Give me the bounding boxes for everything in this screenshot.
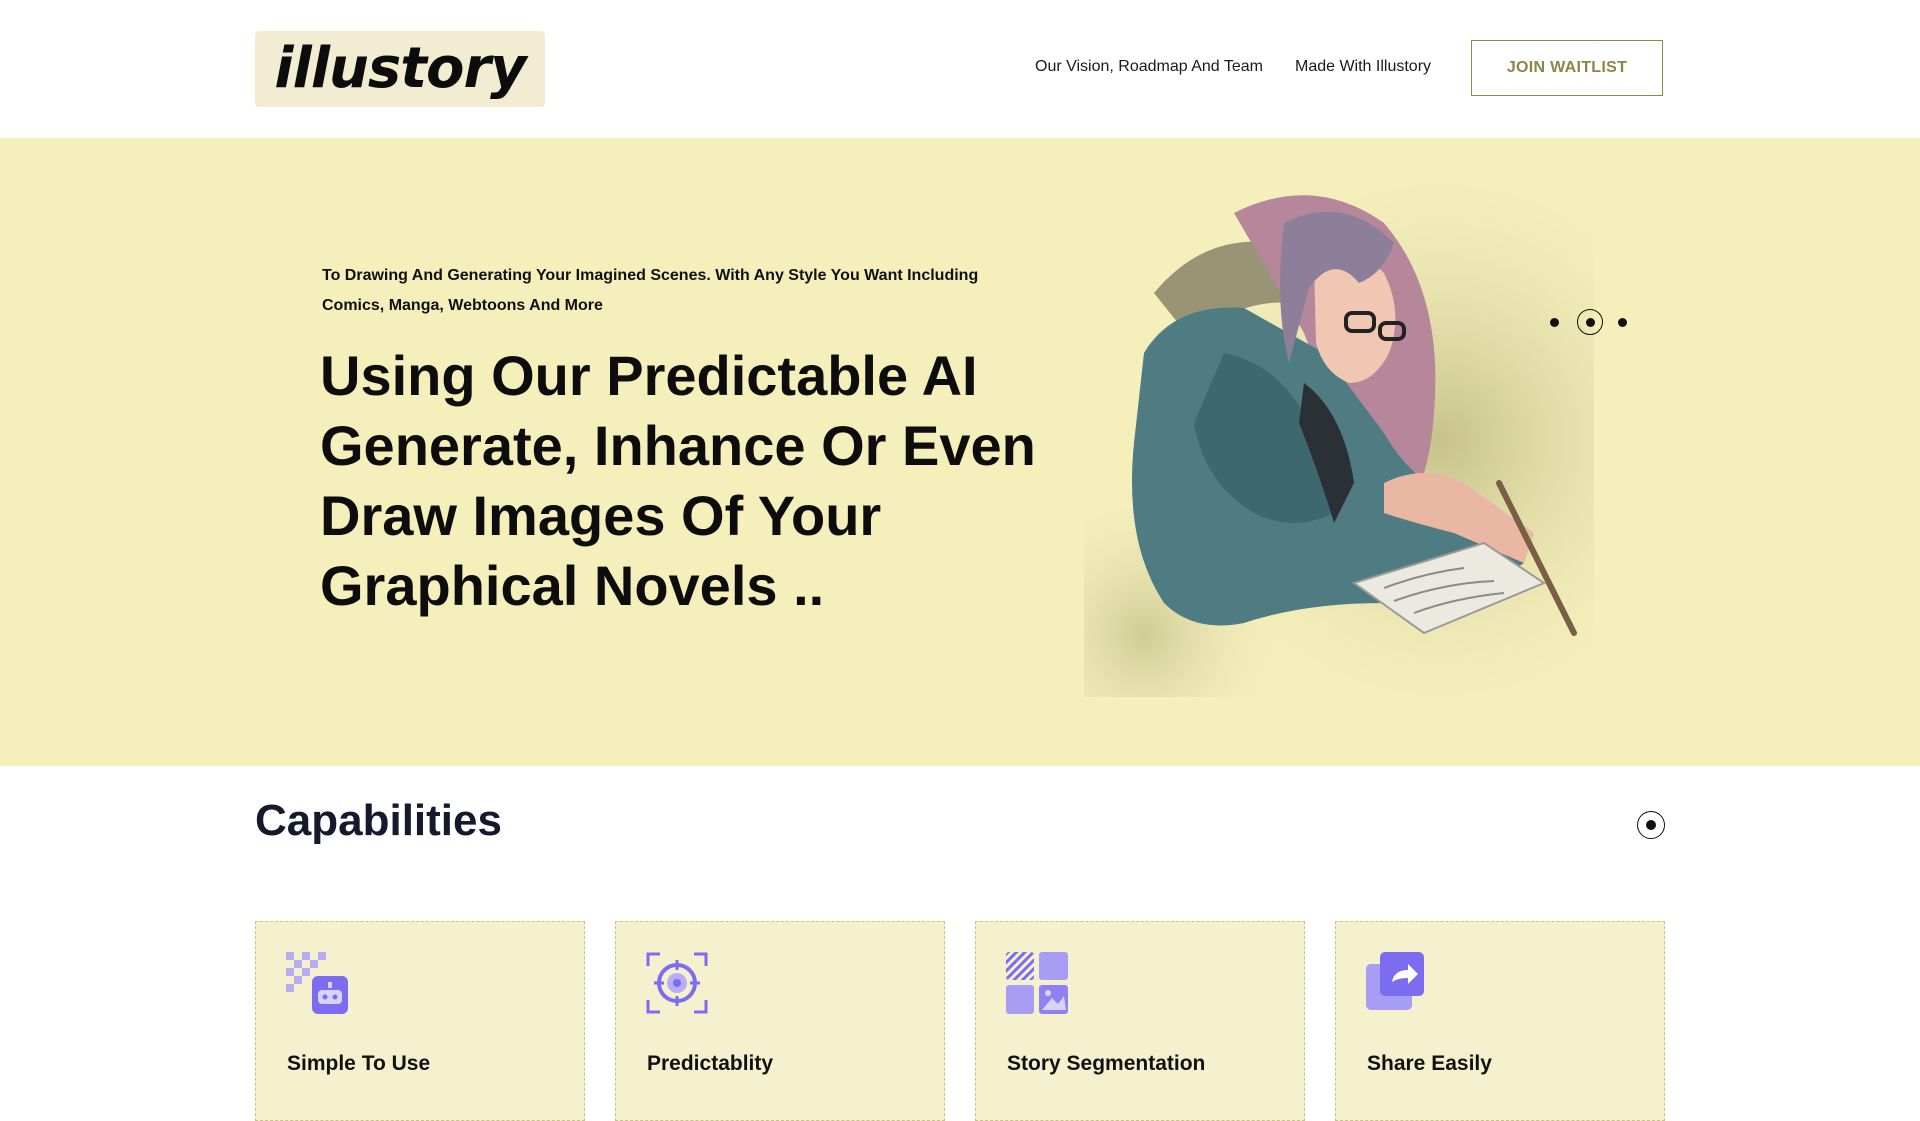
hero-kicker: To Drawing And Generating Your Imagined … (322, 267, 979, 314)
nav-link-vision[interactable]: Our Vision, Roadmap And Team (1035, 58, 1263, 76)
robot-grid-icon (286, 952, 348, 1014)
carousel-dot-1[interactable] (1550, 318, 1559, 327)
card-label: Predictablity (647, 1052, 774, 1075)
carousel-dot-3[interactable] (1618, 318, 1627, 327)
card-label: Story Segmentation (1007, 1052, 1206, 1075)
hero-carousel-dots (1550, 308, 1640, 338)
hero-section: To Drawing And Generating Your Imagined … (0, 138, 1920, 766)
card-label: Share Easily (1367, 1052, 1492, 1075)
capability-card-share[interactable]: Share Easily (1335, 921, 1665, 1121)
main-nav: Our Vision, Roadmap And Team Made With I… (1035, 58, 1431, 76)
capabilities-carousel-dot[interactable] (1637, 811, 1665, 839)
logo-text: illustory (274, 36, 526, 101)
hero-illustration (1084, 183, 1594, 697)
target-icon (646, 952, 708, 1014)
carousel-dot-2-active[interactable] (1577, 309, 1603, 335)
site-header: illustory Our Vision, Roadmap And Team M… (0, 0, 1920, 138)
capability-card-segmentation[interactable]: Story Segmentation (975, 921, 1305, 1121)
segments-icon (1006, 952, 1068, 1014)
join-waitlist-button[interactable]: JOIN WAITLIST (1471, 40, 1663, 96)
share-icon (1366, 952, 1424, 1010)
logo[interactable]: illustory (255, 31, 545, 107)
capability-card-simple[interactable]: Simple To Use (255, 921, 585, 1121)
capabilities-heading: Capabilities (255, 796, 502, 845)
card-label: Simple To Use (287, 1052, 431, 1075)
hero-title: Using Our Predictable AI Generate, Inhan… (320, 344, 1036, 617)
capability-card-predictability[interactable]: Predictablity (615, 921, 945, 1121)
nav-link-made-with[interactable]: Made With Illustory (1295, 58, 1431, 76)
